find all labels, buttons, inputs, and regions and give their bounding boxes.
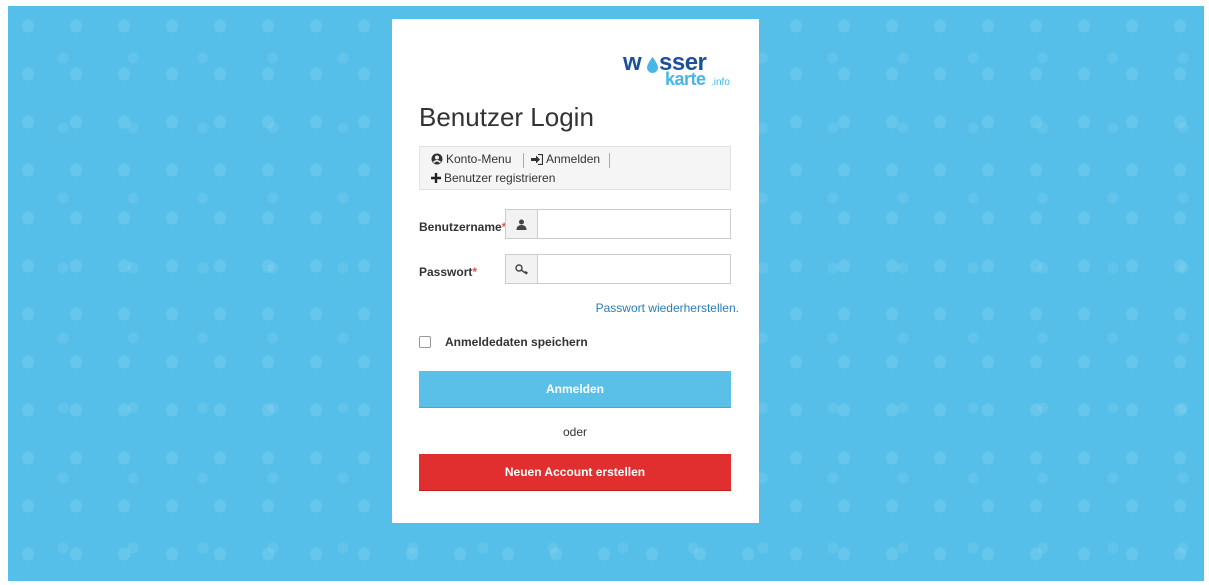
user-circle-icon bbox=[431, 153, 443, 165]
remember-label: Anmeldedaten speichern bbox=[445, 335, 588, 349]
plus-icon bbox=[431, 173, 441, 183]
password-group bbox=[505, 254, 731, 284]
menu-item-konto[interactable]: Konto-Menu bbox=[431, 152, 511, 166]
remember-row: Anmeldedaten speichern bbox=[419, 335, 588, 349]
password-label: Passwort* bbox=[419, 265, 478, 279]
logo-text-karte: karte bbox=[665, 69, 706, 89]
logo-text-info: .info bbox=[711, 77, 730, 88]
menu-item-register[interactable]: Benutzer registrieren bbox=[431, 171, 555, 185]
username-label: Benutzername* bbox=[419, 220, 506, 234]
login-button[interactable]: Anmelden bbox=[419, 371, 731, 408]
login-card: w sser karte .info Benutzer Login Konto-… bbox=[392, 19, 759, 523]
key-icon bbox=[514, 263, 528, 275]
username-group bbox=[505, 209, 731, 239]
wasserkarte-logo: w sser karte .info bbox=[623, 49, 733, 89]
logo-text-w: w bbox=[623, 49, 642, 76]
or-divider-text: oder bbox=[562, 425, 588, 439]
menu-item-anmelden[interactable]: Anmelden bbox=[531, 152, 600, 166]
remember-checkbox[interactable] bbox=[419, 336, 431, 348]
page-title: Benutzer Login bbox=[419, 102, 594, 132]
water-drop-icon bbox=[647, 57, 658, 73]
sign-in-icon bbox=[531, 153, 543, 165]
background-pattern: w sser karte .info Benutzer Login Konto-… bbox=[8, 6, 1204, 581]
required-mark: * bbox=[472, 265, 478, 279]
password-addon bbox=[506, 255, 538, 283]
username-input[interactable] bbox=[538, 210, 730, 238]
create-account-button[interactable]: Neuen Account erstellen bbox=[419, 454, 731, 491]
menu-divider bbox=[609, 153, 610, 168]
menu-divider bbox=[523, 153, 524, 168]
forgot-password-link[interactable]: Passwort wiederherstellen. bbox=[596, 301, 739, 315]
account-menu-bar: Konto-Menu Anmelden Benutzer registriere… bbox=[419, 146, 731, 190]
menu-item-konto-label: Konto-Menu bbox=[446, 152, 512, 166]
user-icon bbox=[516, 219, 527, 230]
menu-item-register-label: Benutzer registrieren bbox=[444, 171, 556, 185]
username-addon bbox=[506, 210, 538, 238]
menu-item-anmelden-label: Anmelden bbox=[546, 152, 601, 166]
password-input[interactable] bbox=[538, 255, 730, 283]
